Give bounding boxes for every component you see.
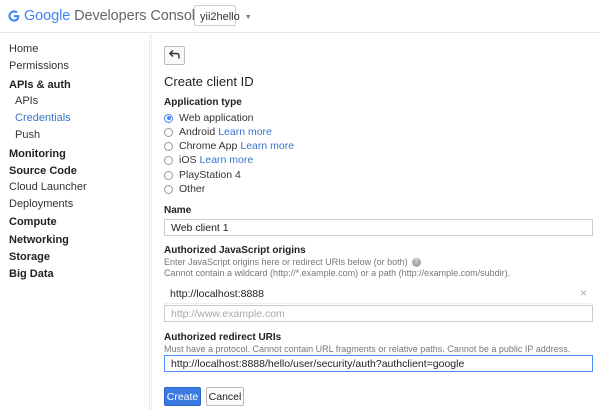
sidebar-item-push[interactable]: Push: [15, 129, 40, 141]
create-client-panel: Create client ID Application type Web ap…: [151, 34, 600, 410]
radio-button-selected[interactable]: [164, 113, 173, 123]
back-button[interactable]: [164, 46, 185, 65]
radio-web-application[interactable]: Web application: [164, 112, 254, 124]
radio-ios[interactable]: iOS Learn more: [164, 154, 253, 166]
radio-button[interactable]: [164, 127, 173, 137]
sidebar: Home Permissions APIs & auth APIs Creden…: [0, 34, 150, 410]
sidebar-item-home[interactable]: Home: [9, 43, 38, 55]
learn-more-link[interactable]: Learn more: [240, 140, 294, 152]
google-g-icon: [7, 9, 21, 23]
origin-value: http://localhost:8888: [170, 288, 264, 300]
learn-more-link[interactable]: Learn more: [218, 126, 272, 138]
sidebar-item-apis-auth[interactable]: APIs & auth: [9, 79, 71, 91]
create-button[interactable]: Create: [164, 387, 201, 406]
console-logo[interactable]: Google Developers Console: [7, 8, 203, 24]
sidebar-item-compute[interactable]: Compute: [9, 216, 57, 228]
origin-input[interactable]: http://www.example.com: [164, 305, 593, 322]
origin-entry: http://localhost:8888 ×: [164, 284, 591, 304]
name-label: Name: [164, 205, 192, 216]
back-arrow-icon: [168, 49, 180, 62]
sidebar-item-storage[interactable]: Storage: [9, 251, 50, 263]
sidebar-item-apis[interactable]: APIs: [15, 95, 38, 107]
radio-button[interactable]: [164, 141, 173, 151]
learn-more-link[interactable]: Learn more: [200, 154, 254, 166]
radio-other[interactable]: Other: [164, 183, 205, 195]
radio-playstation-4[interactable]: PlayStation 4: [164, 169, 241, 181]
sidebar-item-source-code[interactable]: Source Code: [9, 165, 77, 177]
radio-label: Chrome App: [179, 140, 238, 152]
redirect-uri-field[interactable]: http://localhost:8888/hello/user/securit…: [164, 355, 593, 372]
close-icon[interactable]: ×: [580, 286, 587, 300]
sidebar-item-cloud-launcher[interactable]: Cloud Launcher: [9, 181, 87, 193]
radio-label: Android: [179, 126, 216, 138]
sidebar-item-deployments[interactable]: Deployments: [9, 198, 73, 210]
js-origins-hint: Enter JavaScript origins here or redirec…: [164, 257, 421, 267]
radio-button[interactable]: [164, 170, 173, 180]
radio-button[interactable]: [164, 184, 173, 194]
application-type-label: Application type: [164, 97, 242, 108]
radio-button[interactable]: [164, 155, 173, 165]
main-content: Create client ID Application type Web ap…: [151, 34, 600, 410]
page-title: Create client ID: [164, 74, 254, 89]
sidebar-item-permissions[interactable]: Permissions: [9, 60, 69, 72]
radio-label: PlayStation 4: [179, 169, 241, 181]
redirect-uris-label: Authorized redirect URIs: [164, 332, 282, 343]
project-name: yii2hello: [200, 11, 240, 23]
radio-label: Web application: [179, 112, 254, 124]
sidebar-item-monitoring[interactable]: Monitoring: [9, 148, 66, 160]
sidebar-item-big-data[interactable]: Big Data: [9, 268, 54, 280]
redirect-uris-hint: Must have a protocol. Cannot contain URL…: [164, 344, 571, 354]
cancel-button[interactable]: Cancel: [206, 387, 244, 406]
radio-label: Other: [179, 183, 206, 195]
logo-text: Google Developers Console: [24, 8, 203, 24]
name-field[interactable]: Web client 1: [164, 219, 593, 236]
help-icon[interactable]: ?: [411, 258, 421, 267]
sidebar-item-networking[interactable]: Networking: [9, 234, 69, 246]
js-origins-label: Authorized JavaScript origins: [164, 245, 306, 256]
top-bar: Google Developers Console yii2hello ▼: [0, 0, 600, 33]
radio-android[interactable]: Android Learn more: [164, 126, 272, 138]
radio-chrome-app[interactable]: Chrome App Learn more: [164, 140, 294, 152]
sidebar-item-credentials[interactable]: Credentials: [15, 112, 71, 124]
project-selector[interactable]: yii2hello ▼: [194, 5, 252, 26]
chevron-down-icon: ▼: [244, 13, 252, 21]
radio-label: iOS: [179, 154, 197, 166]
js-origins-restriction: Cannot contain a wildcard (http://*.exam…: [164, 268, 511, 278]
